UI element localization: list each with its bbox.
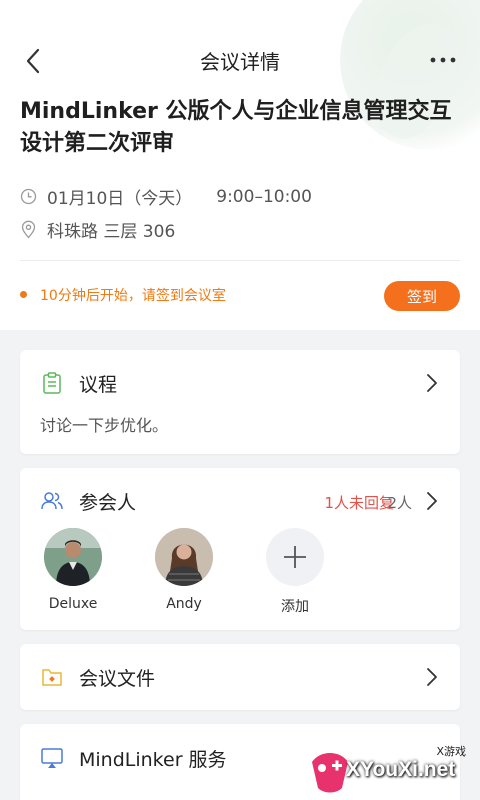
chevron-right-icon xyxy=(427,668,437,686)
participant-count: 2人 xyxy=(387,494,412,512)
service-label: MindLinker 服务 xyxy=(79,749,227,771)
watermark-text: XYouXi.net xyxy=(346,758,456,781)
divider xyxy=(20,260,460,261)
avatar xyxy=(44,528,102,586)
meeting-time-row: 01月10日（今天） 9:00–10:00 xyxy=(20,184,312,209)
person-photo-icon xyxy=(155,528,213,586)
screen-cast-icon xyxy=(41,748,63,768)
add-participant[interactable]: 添加 xyxy=(250,528,340,616)
location-pin-icon xyxy=(21,220,36,239)
check-in-button[interactable]: 签到 xyxy=(384,281,460,311)
agenda-label: 议程 xyxy=(79,374,118,396)
folder-icon xyxy=(42,669,62,686)
more-dots-icon xyxy=(430,57,456,63)
add-participant-label: 添加 xyxy=(281,599,309,615)
agenda-text: 讨论一下步优化。 xyxy=(40,416,169,435)
people-icon xyxy=(41,492,63,510)
participant-name: Andy xyxy=(166,596,202,612)
meeting-location-row: 科珠路 三层 306 xyxy=(20,217,175,242)
start-notice: 10分钟后开始，请签到会议室 xyxy=(40,288,226,304)
meeting-location: 科珠路 三层 306 xyxy=(47,222,176,242)
person-photo-icon xyxy=(44,528,102,586)
clock-icon xyxy=(20,188,37,205)
files-card[interactable]: 会议文件 xyxy=(20,644,460,710)
more-options-button[interactable] xyxy=(428,48,458,72)
participants-card: 参会人 1人未回复 2人 Deluxe Andy 添加 xyxy=(20,468,460,630)
page-title: 会议详情 xyxy=(200,50,280,74)
plus-icon xyxy=(284,546,306,568)
participant-item[interactable]: Andy xyxy=(139,528,229,612)
participant-name: Deluxe xyxy=(48,596,98,612)
unreplied-count: 1人未回复 xyxy=(324,494,394,512)
participants-label: 参会人 xyxy=(79,492,137,514)
watermark-logo: X游戏 XYouXi.net xyxy=(306,744,480,800)
files-label: 会议文件 xyxy=(79,668,156,690)
watermark-small-text: X游戏 xyxy=(436,745,466,758)
agenda-header[interactable]: 议程 xyxy=(20,350,460,416)
notice-dot xyxy=(20,291,27,298)
clipboard-icon xyxy=(43,372,61,394)
participants-header[interactable]: 参会人 1人未回复 2人 xyxy=(20,468,460,534)
meeting-time: 9:00–10:00 xyxy=(216,186,312,207)
chevron-right-icon xyxy=(427,374,437,392)
meeting-date: 01月10日（今天） xyxy=(47,189,193,209)
meeting-header: 会议详情 MindLinker 公版个人与企业信息管理交互设计第二次评审 01月… xyxy=(0,0,480,330)
agenda-card: 议程 讨论一下步优化。 xyxy=(20,350,460,454)
participant-item[interactable]: Deluxe xyxy=(28,528,118,612)
meeting-title: MindLinker 公版个人与企业信息管理交互设计第二次评审 xyxy=(20,99,452,156)
chevron-right-icon xyxy=(427,492,437,510)
avatar xyxy=(155,528,213,586)
files-header[interactable]: 会议文件 xyxy=(20,644,460,710)
add-participant-button[interactable] xyxy=(266,528,324,586)
